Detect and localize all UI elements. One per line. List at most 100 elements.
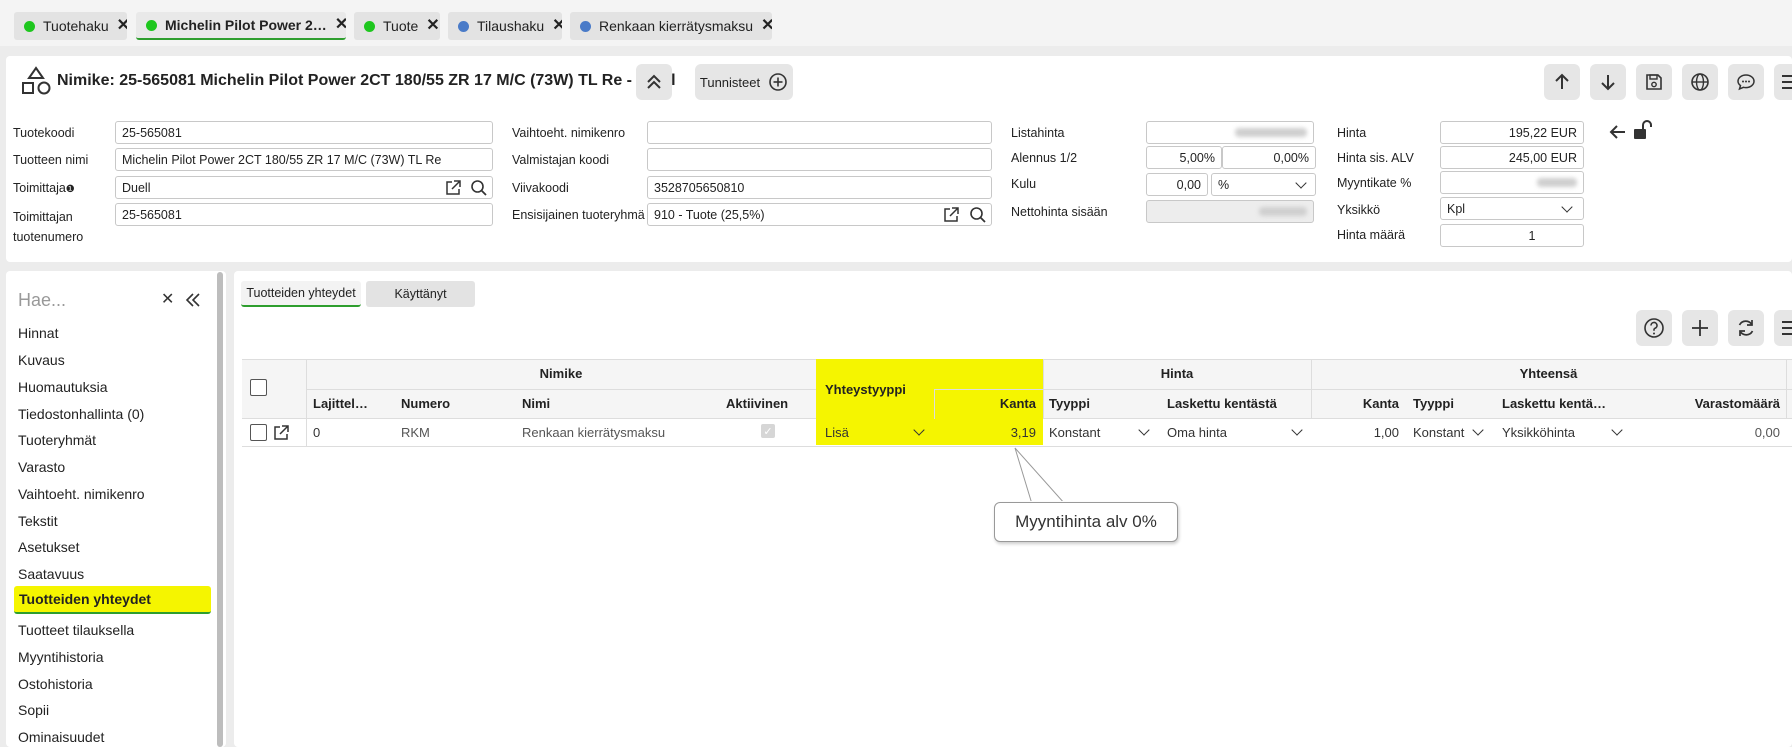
alennus1-field[interactable]: 5,00% (1146, 146, 1222, 169)
open-external-icon[interactable] (942, 206, 960, 224)
hinta-field[interactable]: 195,22 EUR (1440, 121, 1584, 144)
tuotekoodi-field[interactable]: 25-565081 (115, 121, 493, 144)
tunnisteet-button[interactable]: Tunnisteet (695, 64, 793, 100)
double-chevron-left-icon[interactable] (185, 292, 201, 308)
move-down-button[interactable] (1590, 64, 1626, 100)
save-button[interactable] (1636, 64, 1672, 100)
tab-tilaushaku[interactable]: Tilaushaku ✕ (448, 12, 562, 40)
arrow-up-icon (1555, 73, 1569, 89)
viivakoodi-label: Viivakoodi (512, 181, 569, 195)
sidebar-item[interactable]: Saatavuus (18, 566, 84, 582)
close-icon[interactable]: ✕ (761, 18, 772, 34)
tab-kayttanyt[interactable]: Käyttänyt (366, 281, 475, 307)
col-laskettu[interactable]: Laskettu kentästä (1167, 396, 1277, 411)
tab-michelin[interactable]: Michelin Pilot Power 2… ✕ (136, 12, 346, 40)
menu-button[interactable] (1774, 64, 1792, 100)
kulu-field[interactable]: 0,00 (1146, 173, 1208, 196)
tab-tuotehaku[interactable]: Tuotehaku ✕ (14, 12, 127, 40)
sidebar-scrollbar[interactable] (217, 272, 223, 747)
comments-button[interactable] (1728, 64, 1764, 100)
close-icon[interactable]: ✕ (426, 18, 439, 34)
close-icon[interactable]: ✕ (335, 17, 346, 33)
sidebar-item[interactable]: Ominaisuudet (18, 729, 104, 745)
add-button[interactable] (1682, 310, 1718, 346)
sidebar-item[interactable]: Tuotteet tilauksella (18, 622, 134, 638)
chevron-down-icon (1295, 177, 1307, 189)
cell-varastomaara[interactable]: 0,00 (1636, 425, 1780, 440)
refresh-button[interactable] (1728, 310, 1764, 346)
col-tyyppi2[interactable]: Tyyppi (1413, 396, 1454, 411)
cell-kanta2[interactable]: 1,00 (1311, 425, 1399, 440)
col-laskettu2[interactable]: Laskettu kentä… (1502, 396, 1606, 411)
toimittaja-field[interactable]: Duell (115, 176, 493, 199)
cell-nimi[interactable]: Renkaan kierrätysmaksu (522, 425, 665, 440)
col-tyyppi[interactable]: Tyyppi (1049, 396, 1090, 411)
select-all-checkbox[interactable] (250, 379, 267, 396)
row-checkbox[interactable] (250, 424, 267, 441)
tuotteen-nimi-field[interactable]: Michelin Pilot Power 2CT 180/55 ZR 17 M/… (115, 148, 493, 171)
close-icon[interactable]: ✕ (117, 18, 127, 34)
cell-numero[interactable]: RKM (401, 425, 430, 440)
cell-kanta[interactable]: 3,19 (934, 425, 1036, 440)
cell-tyyppi[interactable]: Konstant (1049, 425, 1100, 440)
search-icon[interactable] (470, 179, 488, 197)
tuoteryhma-field[interactable]: 910 - Tuote (25,5%) (647, 203, 992, 226)
sidebar-item[interactable]: Tiedostonhallinta (0) (18, 406, 144, 422)
arrow-left-icon[interactable] (1608, 123, 1628, 141)
grid-menu-button[interactable] (1774, 310, 1792, 346)
globe-icon (1691, 73, 1709, 91)
tab-renkaan[interactable]: Renkaan kierrätysmaksu ✕ (570, 12, 772, 40)
alennus2-field[interactable]: 0,00% (1222, 146, 1316, 169)
col-numero[interactable]: Numero (401, 396, 450, 411)
sidebar-item[interactable]: Tuoteryhmät (18, 432, 96, 448)
sidebar-item[interactable]: Varasto (18, 459, 65, 475)
cell-laskettu[interactable]: Oma hinta (1167, 425, 1227, 440)
sidebar-item[interactable]: Ostohistoria (18, 676, 93, 692)
yksikko-select[interactable]: Kpl (1440, 197, 1584, 220)
sidebar-item[interactable]: Hinnat (18, 325, 58, 341)
sidebar-item[interactable]: Huomautuksia (18, 379, 108, 395)
hinta-label: Hinta (1337, 126, 1367, 140)
open-external-icon[interactable] (444, 179, 462, 197)
col-varastomaara[interactable]: Varastomäärä (1636, 396, 1780, 411)
open-external-icon[interactable] (272, 424, 290, 442)
col-kanta2[interactable]: Kanta (1311, 396, 1399, 411)
cell-tyyppi2[interactable]: Konstant (1413, 425, 1464, 440)
close-icon[interactable]: ✕ (552, 18, 562, 34)
cell-yhteystyyppi[interactable]: Lisä (825, 425, 849, 440)
unlock-icon[interactable] (1632, 119, 1652, 141)
sidebar-item[interactable]: Vaihtoeht. nimikenro (18, 486, 145, 502)
sidebar-item[interactable]: Tekstit (18, 513, 58, 529)
cell-lajittelu[interactable]: 0 (313, 425, 320, 440)
col-nimi[interactable]: Nimi (522, 396, 550, 411)
move-up-button[interactable] (1544, 64, 1580, 100)
cell-laskettu2[interactable]: Yksikköhinta (1502, 425, 1575, 440)
hinta-alv-field[interactable]: 245,00 EUR (1440, 146, 1584, 169)
valmistajan-field[interactable] (647, 148, 992, 171)
tab-tuote[interactable]: Tuote ✕ (354, 12, 440, 40)
col-lajittelu[interactable]: Lajittel… (313, 396, 368, 411)
collapse-button[interactable] (636, 64, 672, 100)
vaihtoeht-field[interactable] (647, 121, 992, 144)
col-kanta[interactable]: Kanta (934, 396, 1036, 411)
language-button[interactable] (1682, 64, 1718, 100)
viivakoodi-field[interactable]: 3528705650810 (647, 176, 992, 199)
sidebar-item[interactable]: Asetukset (18, 539, 79, 555)
toimittajan-tuotenumero-field[interactable]: 25-565081 (115, 203, 493, 226)
sidebar-item[interactable]: Myyntihistoria (18, 649, 104, 665)
myyntikate-field[interactable] (1440, 171, 1584, 194)
search-icon[interactable] (969, 206, 987, 224)
sidebar-item[interactable]: Sopii (18, 702, 49, 718)
sidebar-search-input[interactable]: Hae... (18, 290, 66, 311)
sidebar-item[interactable]: Kuvaus (18, 352, 65, 368)
vaihtoeht-label: Vaihtoeht. nimikenro (512, 126, 626, 140)
tab-tuotteiden-yhteydet[interactable]: Tuotteiden yhteydet (241, 281, 361, 307)
col-aktiivinen[interactable]: Aktiivinen (726, 396, 788, 411)
tuoteryhma-label: Ensisijainen tuoteryhmä (512, 208, 645, 222)
kulu-unit-select[interactable]: % (1211, 173, 1316, 196)
sidebar-item-active[interactable]: Tuotteiden yhteydet (14, 586, 211, 614)
hinta-maara-field[interactable]: 1 (1440, 224, 1584, 247)
help-button[interactable] (1636, 310, 1672, 346)
clear-icon[interactable]: ✕ (161, 289, 174, 309)
listahinta-field[interactable] (1146, 121, 1314, 144)
